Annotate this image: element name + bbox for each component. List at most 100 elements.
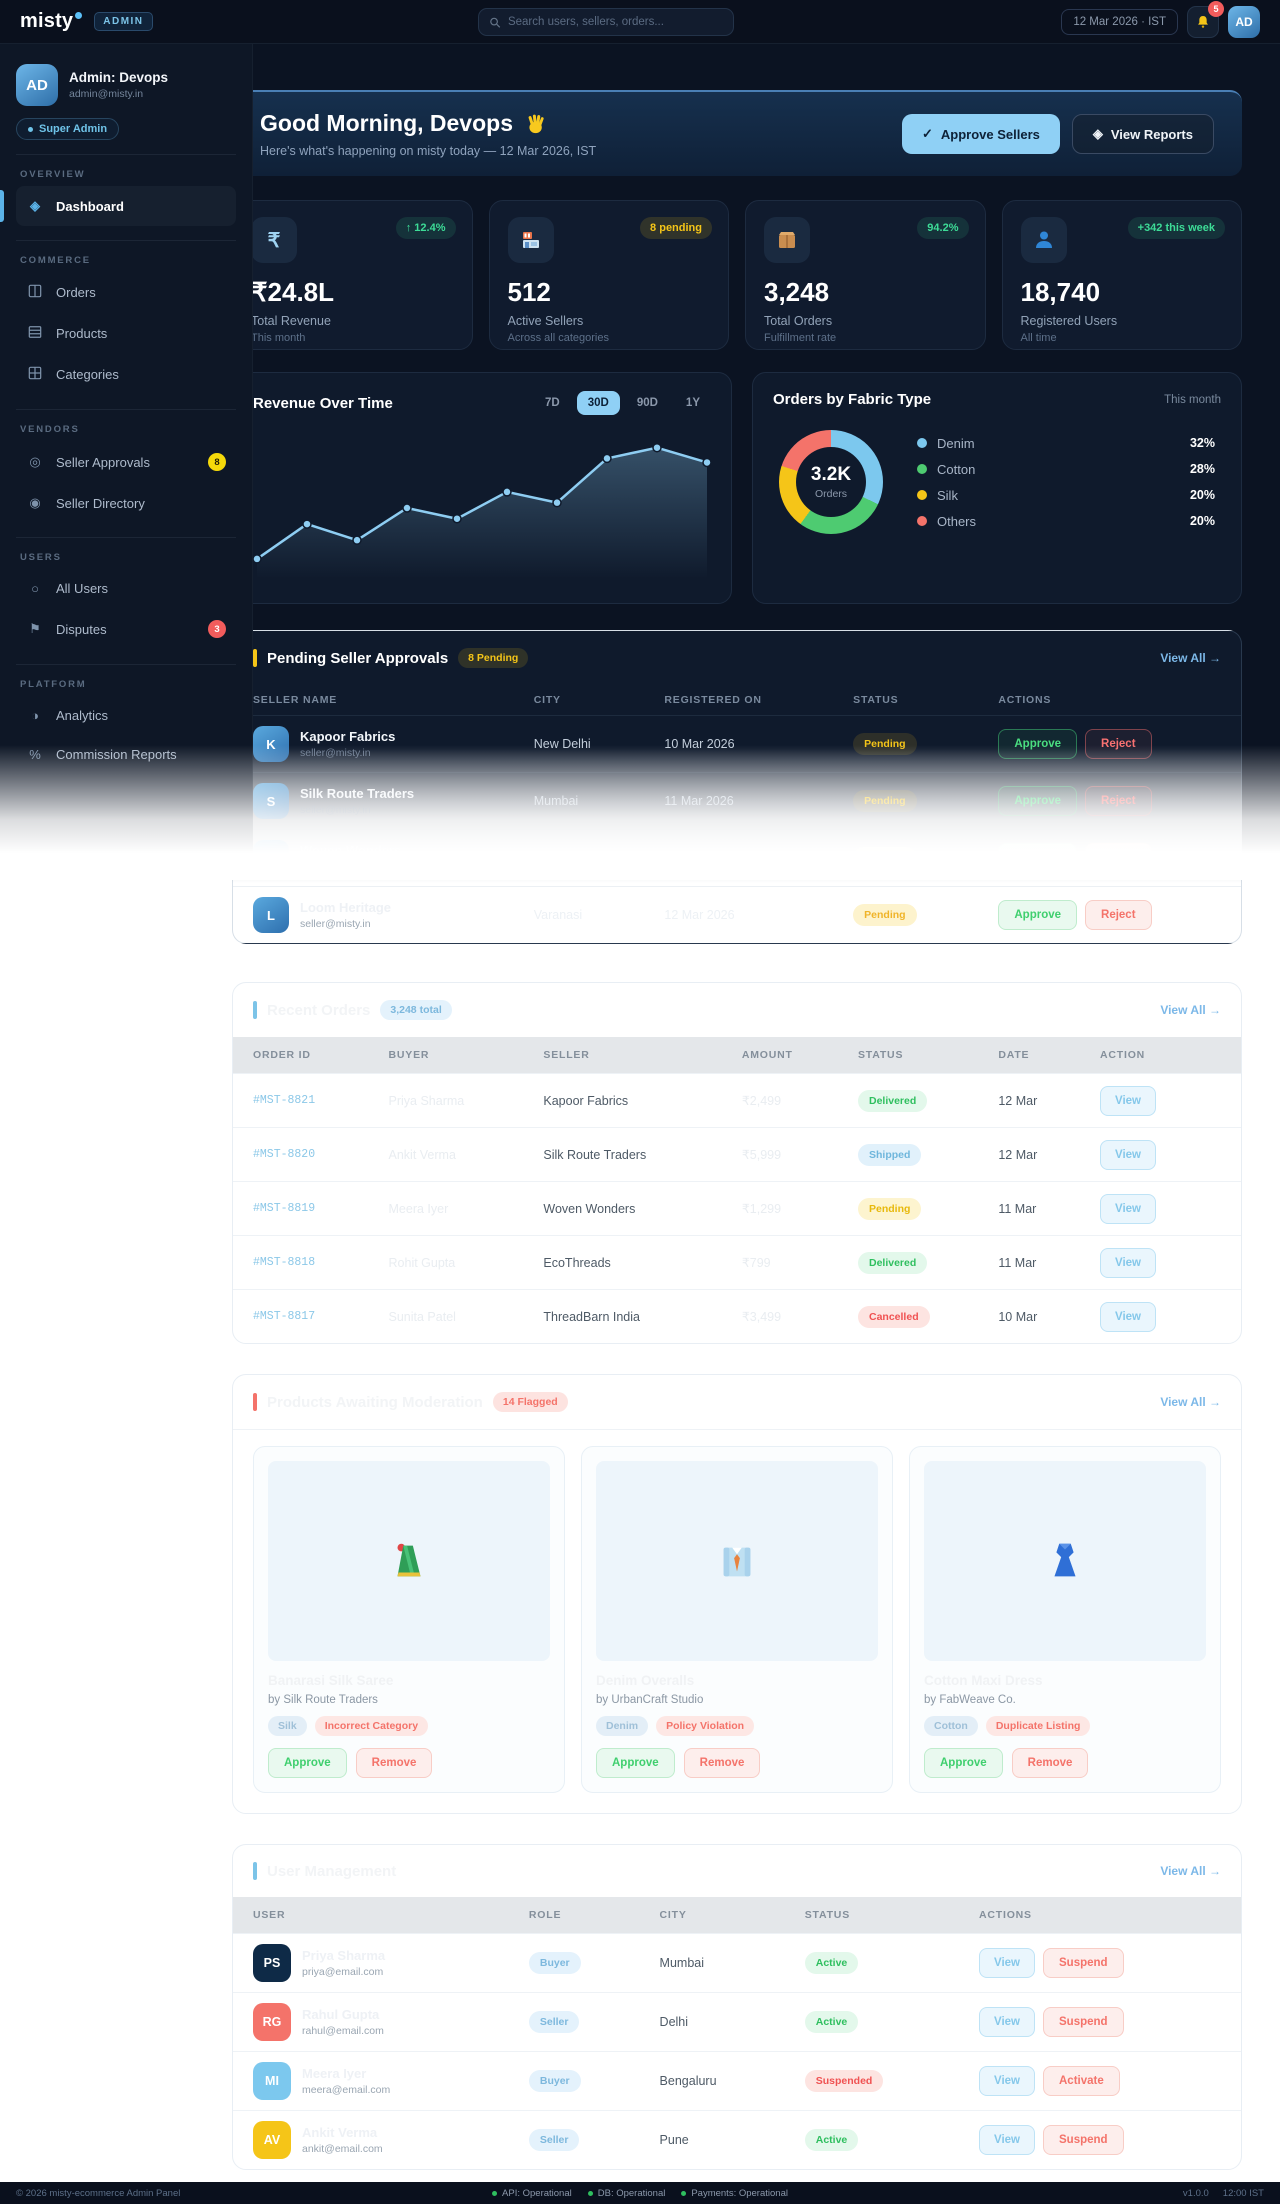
global-search[interactable] <box>478 8 734 36</box>
approve-product-button[interactable]: Approve <box>268 1748 347 1778</box>
table-row: #MST-8820 Ankit Verma Silk Route Traders ₹5… <box>233 1127 1241 1181</box>
view-order-button[interactable]: View <box>1100 1247 1156 1278</box>
stat-label: Total Revenue <box>251 314 331 328</box>
view-all-link[interactable]: View All → <box>1160 651 1221 665</box>
view-reports-button[interactable]: ◈ View Reports <box>1071 114 1214 154</box>
welcome-banner: Good Morning, Devops Here's what's happe… <box>232 90 1242 176</box>
status-badge: Pending <box>858 1197 922 1220</box>
sidebar-item-categories[interactable]: Categories <box>16 354 236 395</box>
suspend-user-button[interactable]: Suspend <box>1043 2125 1124 2155</box>
view-user-button[interactable]: View <box>979 2125 1035 2155</box>
seller-directory-icon: ◉ <box>29 495 41 510</box>
dress-illustration <box>1054 1543 1076 1577</box>
view-order-button[interactable]: View <box>1100 1139 1156 1170</box>
sidebar-item-orders[interactable]: Orders <box>16 272 236 313</box>
donut-legend: Denim 32% Cotton 28% Silk 20% Others 20% <box>917 436 1215 529</box>
remove-product-button[interactable]: Remove <box>683 1748 761 1778</box>
all-users-icon: ○ <box>31 581 39 596</box>
approve-button[interactable]: Approve <box>998 900 1078 930</box>
sidebar-item-analytics[interactable]: ◑ Analytics <box>16 696 236 735</box>
status-dot <box>492 2190 498 2196</box>
range-tab-7d[interactable]: 7D <box>534 391 571 415</box>
notifications-button[interactable]: 5 <box>1187 0 1224 38</box>
legend-dot <box>917 516 927 526</box>
flag-reason-tag: Duplicate Listing <box>985 1716 1091 1736</box>
status-dot <box>681 2190 687 2196</box>
status-badge: Pending <box>853 904 917 926</box>
table-row: L Loom Heritage seller@misty.in Varanasi 1… <box>233 886 1241 943</box>
range-tab-30d[interactable]: 30D <box>576 391 620 415</box>
view-order-button[interactable]: View <box>1100 1301 1156 1332</box>
status-badge: Delivered <box>858 1089 928 1112</box>
stat-value: 512 <box>507 277 551 307</box>
approve-button[interactable]: Approve <box>998 786 1078 816</box>
approve-button[interactable]: Approve <box>998 843 1078 873</box>
view-user-button[interactable]: View <box>979 2066 1035 2096</box>
avatar: RG <box>253 2003 291 2041</box>
seller-approvals-icon: ◎ <box>29 454 41 469</box>
sidebar-item-seller-directory[interactable]: ◉ Seller Directory <box>16 483 236 523</box>
revenue-chart-card: Revenue Over Time 7D 30D 90D 1Y <box>232 372 732 604</box>
divider <box>16 154 236 155</box>
status-badge: Pending <box>853 733 917 755</box>
table-row: PS Priya Sharma priya@email.com Buyer Mumb… <box>233 1933 1241 1992</box>
table-row: #MST-8821 Priya Sharma Kapoor Fabrics ₹2,49… <box>233 1073 1241 1127</box>
check-icon: ✓ <box>921 126 933 141</box>
sidebar-item-commission-reports[interactable]: % Commission Reports <box>16 735 236 774</box>
view-all-link[interactable]: View All → <box>1160 1395 1221 1409</box>
approve-product-button[interactable]: Approve <box>596 1748 675 1778</box>
sidebar-item-dashboard[interactable]: ◈ Dashboard <box>0 186 236 226</box>
charts-row: Revenue Over Time 7D 30D 90D 1Y Orders b… <box>232 372 1242 604</box>
view-all-link[interactable]: View All → <box>1160 1864 1221 1878</box>
stat-card-orders: 94.2% 3,248 Total Orders Fulfillment rat… <box>745 200 986 350</box>
view-order-button[interactable]: View <box>1100 1085 1156 1116</box>
product-image <box>596 1461 878 1661</box>
remove-product-button[interactable]: Remove <box>1011 1748 1089 1778</box>
activate-user-button[interactable]: Activate <box>1043 2066 1120 2096</box>
avatar: AV <box>253 2121 291 2159</box>
view-order-button[interactable]: View <box>1100 1193 1156 1224</box>
table-row: W Woven Wonders seller@misty.in Jaipur 11 … <box>233 829 1241 886</box>
legend-item: Silk 20% <box>917 488 1215 503</box>
approve-button[interactable]: Approve <box>998 729 1078 759</box>
flagged-product-card: Denim Overalls by UrbanCraft Studio Deni… <box>581 1446 893 1793</box>
admin-name: Admin: Devops <box>69 70 169 85</box>
analytics-icon: ◑ <box>31 708 39 723</box>
search-input[interactable] <box>507 16 723 28</box>
saree-illustration <box>397 1543 421 1577</box>
approve-sellers-button[interactable]: ✓ Approve Sellers <box>901 114 1060 154</box>
sidebar-item-seller-approvals[interactable]: ◎ Seller Approvals 8 <box>16 441 236 483</box>
user-avatar[interactable]: AD <box>1228 5 1260 38</box>
view-user-button[interactable]: View <box>979 1948 1035 1978</box>
sidebar-item-products[interactable]: Products <box>16 313 236 354</box>
flagged-product-card: Banarasi Silk Saree by Silk Route Trader… <box>253 1446 565 1793</box>
status-badge: Cancelled <box>858 1305 930 1328</box>
flagged-product-card: Cotton Maxi Dress by FabWeave Co. Cotton… <box>909 1446 1221 1793</box>
dashboard-icon: ◈ <box>30 198 40 213</box>
stat-value: 18,740 <box>1020 277 1101 307</box>
legend-item: Denim 32% <box>917 436 1215 451</box>
sidebar-item-disputes[interactable]: ⚑ Disputes 3 <box>16 608 236 650</box>
status-badge: Suspended <box>804 2070 884 2092</box>
view-all-link[interactable]: View All → <box>1160 1003 1221 1017</box>
reject-button[interactable]: Reject <box>1085 900 1152 930</box>
suspend-user-button[interactable]: Suspend <box>1043 1948 1124 1978</box>
view-user-button[interactable]: View <box>979 2007 1035 2037</box>
range-tab-1y[interactable]: 1Y <box>675 391 711 415</box>
stat-card-sellers: 8 pending 512 Active Sellers Across all … <box>488 200 729 350</box>
orders-total-badge: 3,248 total <box>380 1000 452 1020</box>
reject-button[interactable]: Reject <box>1085 786 1152 816</box>
reject-button[interactable]: Reject <box>1085 843 1152 873</box>
stat-sublabel: This month <box>251 332 306 344</box>
remove-product-button[interactable]: Remove <box>355 1748 433 1778</box>
range-tab-90d[interactable]: 90D <box>626 391 669 415</box>
wave-hand-icon <box>528 114 544 133</box>
stat-label: Registered Users <box>1020 314 1118 328</box>
approve-product-button[interactable]: Approve <box>924 1748 1003 1778</box>
divider <box>16 240 236 241</box>
suspend-user-button[interactable]: Suspend <box>1043 2007 1124 2037</box>
rupee-icon: ₹ <box>251 217 297 263</box>
sidebar-item-all-users[interactable]: ○ All Users <box>16 569 236 608</box>
reject-button[interactable]: Reject <box>1085 729 1152 759</box>
role-badge: Buyer <box>528 1952 581 1974</box>
